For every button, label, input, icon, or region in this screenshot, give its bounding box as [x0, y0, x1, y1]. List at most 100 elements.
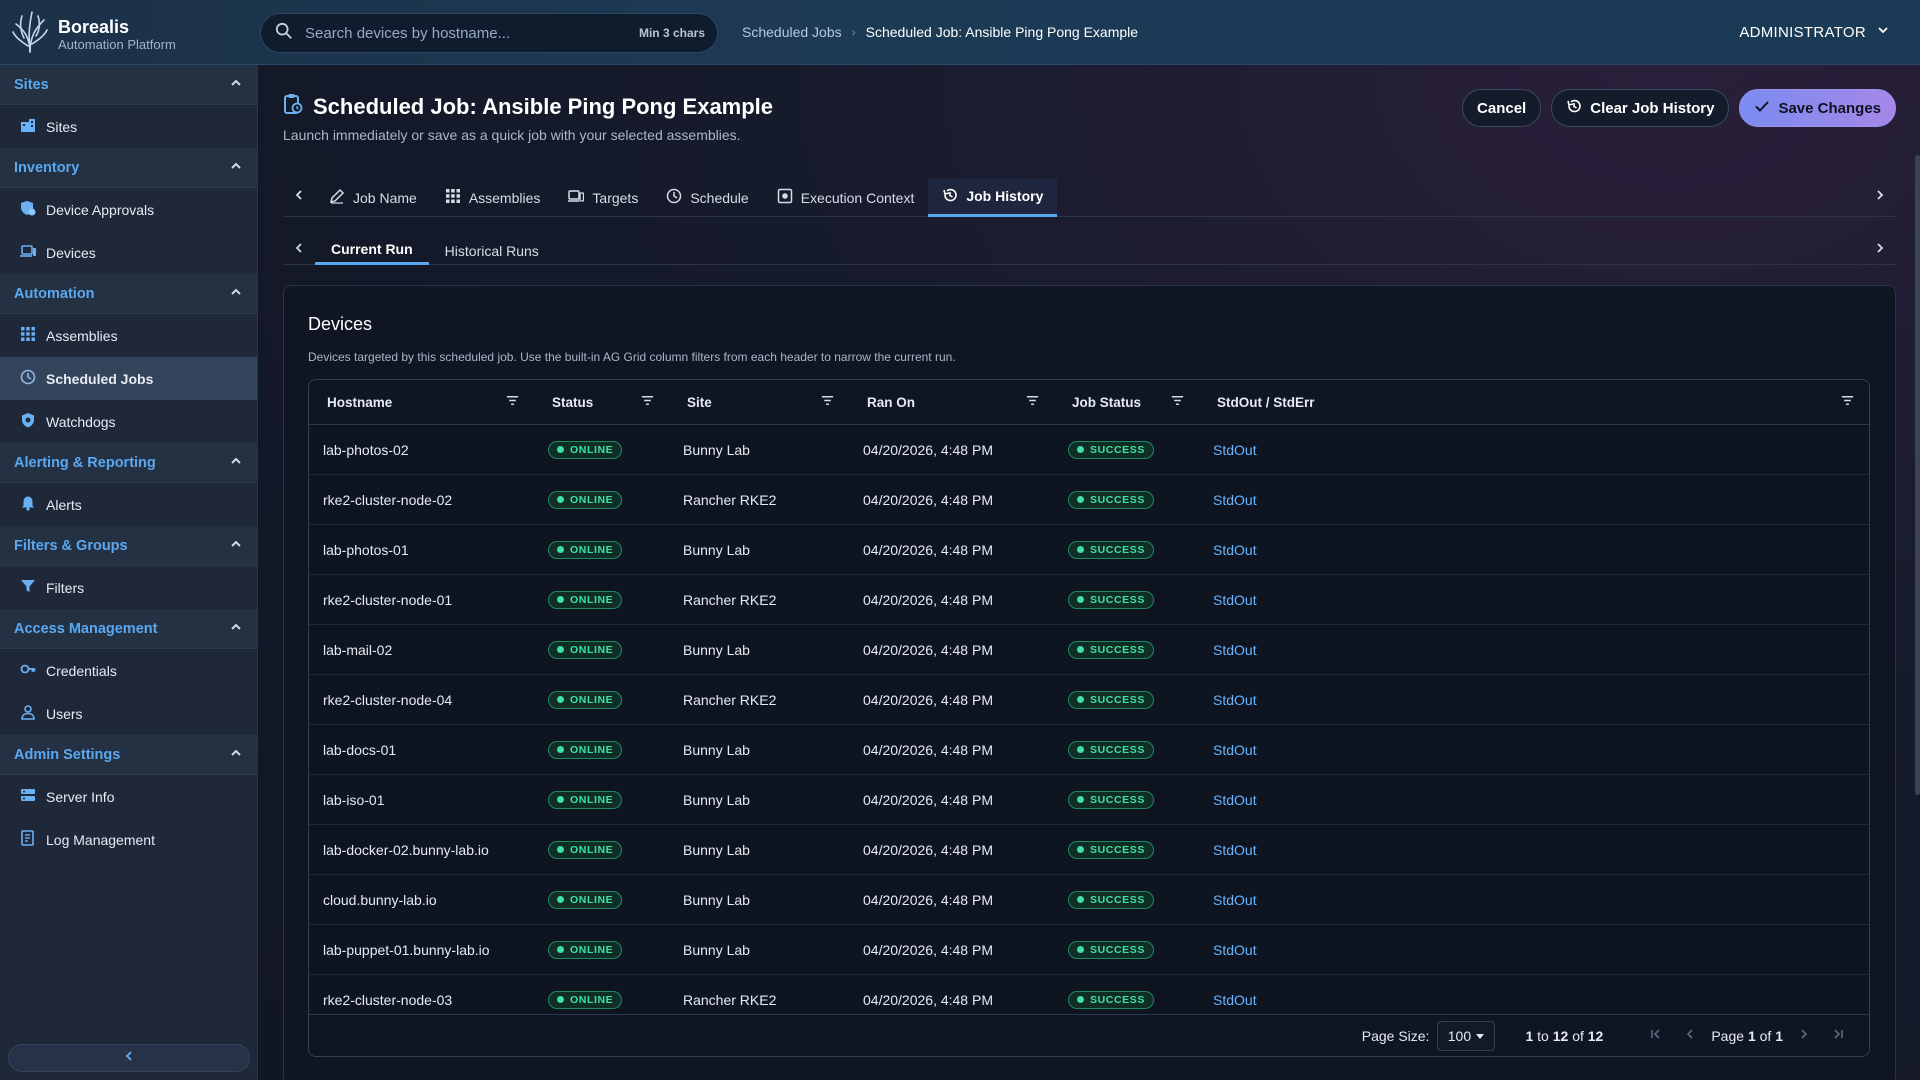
stdout-link[interactable]: StdOut	[1213, 992, 1257, 1008]
status-badge: ONLINE	[548, 790, 623, 809]
search-input[interactable]	[305, 24, 639, 42]
tabs-scroll-right[interactable]	[1864, 179, 1896, 217]
cancel-button[interactable]: Cancel	[1462, 89, 1542, 127]
column-header-hostname[interactable]: Hostname	[309, 380, 534, 424]
save-changes-button[interactable]: Save Changes	[1739, 89, 1896, 127]
sidebar-item-filters[interactable]: Filters	[0, 566, 257, 609]
stdout-link[interactable]: StdOut	[1213, 492, 1257, 508]
tab-assemblies[interactable]: Assemblies	[431, 179, 555, 217]
tabs-scroll-left[interactable]	[283, 179, 315, 217]
sidebar-item-server-info[interactable]: Server Info	[0, 775, 257, 818]
sidebar-item-assemblies[interactable]: Assemblies	[0, 314, 257, 357]
brand[interactable]: Borealis Automation Platform	[10, 8, 176, 61]
chevron-left-icon	[292, 241, 306, 260]
search-box[interactable]: Min 3 chars	[260, 13, 718, 53]
column-header-stdout-stderr[interactable]: StdOut / StdErr	[1199, 380, 1869, 424]
job-status-cell: SUCCESS	[1054, 625, 1199, 674]
tab-execution-context[interactable]: Execution Context	[763, 179, 929, 217]
filter-icon[interactable]	[1840, 393, 1855, 411]
breadcrumb-scheduled-jobs[interactable]: Scheduled Jobs	[742, 24, 842, 40]
hostname: lab-photos-02	[323, 441, 409, 458]
tab-schedule[interactable]: Schedule	[652, 179, 762, 217]
job-status-cell: SUCCESS	[1054, 925, 1199, 974]
tab-current-run[interactable]: Current Run	[315, 237, 429, 265]
stdout-link[interactable]: StdOut	[1213, 792, 1257, 808]
job-status-badge: SUCCESS	[1068, 840, 1154, 859]
stdout-link[interactable]: StdOut	[1213, 642, 1257, 658]
sidebar-item-sites[interactable]: Sites	[0, 105, 257, 148]
sidebar-section-alerting[interactable]: Alerting & Reporting	[0, 443, 257, 483]
status-text: ONLINE	[570, 443, 614, 456]
filter-icon[interactable]	[640, 393, 655, 411]
table-row[interactable]: cloud.bunny-lab.io ONLINE Bunny Lab 04/20/2…	[309, 875, 1869, 925]
previous-page-icon[interactable]	[1677, 1027, 1703, 1044]
table-row[interactable]: lab-docs-01 ONLINE Bunny Lab 04/20/2026, 4:…	[309, 725, 1869, 775]
sidebar-section-inventory[interactable]: Inventory	[0, 148, 257, 188]
stdout-link[interactable]: StdOut	[1213, 742, 1257, 758]
stdout-link[interactable]: StdOut	[1213, 842, 1257, 858]
filter-icon[interactable]	[820, 393, 835, 411]
column-title: Job Status	[1072, 394, 1142, 410]
site: Bunny Lab	[683, 641, 750, 658]
stdout-link[interactable]: StdOut	[1213, 442, 1257, 458]
table-row[interactable]: rke2-cluster-node-01 ONLINE Rancher RKE2 04…	[309, 575, 1869, 625]
next-page-icon[interactable]	[1791, 1027, 1817, 1044]
tab-job-name[interactable]: Job Name	[315, 179, 431, 217]
table-row[interactable]: lab-puppet-01.bunny-lab.io ONLINE Bunny La…	[309, 925, 1869, 975]
tab-targets[interactable]: Targets	[554, 179, 652, 217]
status-badge: ONLINE	[548, 440, 623, 459]
table-row[interactable]: rke2-cluster-node-02 ONLINE Rancher RKE2 04…	[309, 475, 1869, 525]
collapse-sidebar-button[interactable]	[8, 1044, 250, 1072]
sidebar-section-filters-groups[interactable]: Filters & Groups	[0, 526, 257, 566]
tab-job-history[interactable]: Job History	[928, 178, 1058, 217]
column-header-job-status[interactable]: Job Status	[1054, 380, 1199, 424]
last-page-icon[interactable]	[1825, 1027, 1851, 1044]
column-header-ran-on[interactable]: Ran On	[849, 380, 1054, 424]
sidebar-section-automation[interactable]: Automation	[0, 274, 257, 314]
subtabs-scroll-left[interactable]	[283, 237, 315, 265]
sidebar-item-credentials[interactable]: Credentials	[0, 649, 257, 692]
stdout-link[interactable]: StdOut	[1213, 692, 1257, 708]
table-row[interactable]: lab-mail-02 ONLINE Bunny Lab 04/20/2026, 4:…	[309, 625, 1869, 675]
sidebar-item-devices[interactable]: Devices	[0, 231, 257, 274]
table-row[interactable]: lab-photos-01 ONLINE Bunny Lab 04/20/2026, …	[309, 525, 1869, 575]
ran-on: 04/20/2026, 4:48 PM	[863, 941, 993, 958]
sidebar-item-users[interactable]: Users	[0, 692, 257, 735]
filter-icon[interactable]	[1170, 393, 1185, 411]
filter-icon[interactable]	[1025, 393, 1040, 411]
table-row[interactable]: rke2-cluster-node-04 ONLINE Rancher RKE2 04…	[309, 675, 1869, 725]
tab-historical-runs[interactable]: Historical Runs	[429, 237, 555, 265]
sidebar-item-device-approvals[interactable]: Device Approvals	[0, 188, 257, 231]
stdout-link[interactable]: StdOut	[1213, 592, 1257, 608]
table-row[interactable]: lab-photos-02 ONLINE Bunny Lab 04/20/2026, …	[309, 425, 1869, 475]
stdout-link[interactable]: StdOut	[1213, 542, 1257, 558]
clear-job-history-button[interactable]: Clear Job History	[1551, 89, 1730, 127]
sidebar-item-scheduled-jobs[interactable]: Scheduled Jobs	[0, 357, 257, 400]
sidebar-item-log-management[interactable]: Log Management	[0, 818, 257, 861]
status-dot-icon	[1077, 496, 1084, 503]
column-header-status[interactable]: Status	[534, 380, 669, 424]
table-row[interactable]: lab-iso-01 ONLINE Bunny Lab 04/20/2026, 4:4…	[309, 775, 1869, 825]
section-title: Admin Settings	[14, 746, 121, 763]
filter-icon[interactable]	[505, 393, 520, 411]
page-size-value: 100	[1447, 1027, 1472, 1044]
status-dot-icon	[557, 896, 564, 903]
sidebar-item-watchdogs[interactable]: Watchdogs	[0, 400, 257, 443]
sidebar-section-access-management[interactable]: Access Management	[0, 609, 257, 649]
subtabs-scroll-right[interactable]	[1864, 237, 1896, 265]
page-size-select[interactable]: 100	[1437, 1020, 1496, 1051]
page-of-word: of	[1759, 1027, 1772, 1044]
status-cell: ONLINE	[534, 475, 669, 524]
user-menu[interactable]: ADMINISTRATOR	[1739, 23, 1890, 41]
stdout-link[interactable]: StdOut	[1213, 942, 1257, 958]
job-status-text: SUCCESS	[1090, 493, 1145, 506]
sidebar-section-sites[interactable]: Sites	[0, 65, 257, 105]
page-scrollbar[interactable]	[1915, 155, 1920, 795]
first-page-icon[interactable]	[1643, 1027, 1669, 1044]
table-row[interactable]: lab-docker-02.bunny-lab.io ONLINE Bunny La…	[309, 825, 1869, 875]
sidebar-section-admin-settings[interactable]: Admin Settings	[0, 735, 257, 775]
stdout-link[interactable]: StdOut	[1213, 892, 1257, 908]
column-header-site[interactable]: Site	[669, 380, 849, 424]
sidebar-item-alerts[interactable]: Alerts	[0, 483, 257, 526]
range-of-word: of	[1572, 1027, 1584, 1044]
